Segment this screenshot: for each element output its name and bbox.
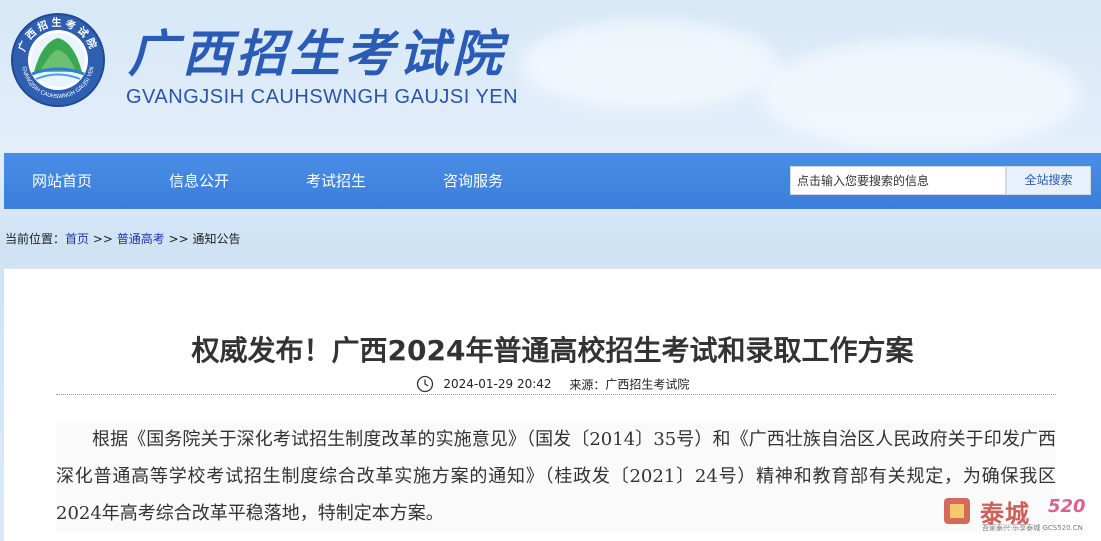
background-cloud xyxy=(520,20,780,110)
site-title-cn: 广西招生考试院 xyxy=(128,24,506,83)
site-header: 广西招生考试院 GVANGJSIH CAUHSWNGH GAUJSI YEN 广… xyxy=(0,0,1101,152)
article-title: 权威发布！广西2024年普通高校招生考试和录取工作方案 xyxy=(191,334,914,367)
clock-icon xyxy=(416,375,433,393)
site-title-en: GVANGJSIH CAUHSWNGH GAUJSI YEN xyxy=(126,86,519,108)
watermark-icon xyxy=(944,498,970,524)
nav-item-home[interactable]: 网站首页 xyxy=(32,153,92,209)
main-nav: 网站首页 信息公开 考试招生 咨询服务 全站搜索 xyxy=(4,153,1101,209)
breadcrumb-home-link[interactable]: 首页 xyxy=(65,232,89,246)
breadcrumb-current: 通知公告 xyxy=(192,232,241,246)
breadcrumb: 当前位置：首页 >> 普通高考 >> 通知公告 xyxy=(5,230,241,247)
breadcrumb-separator: >> xyxy=(89,232,117,246)
nav-item-consult[interactable]: 咨询服务 xyxy=(443,153,503,209)
article-body: 根据《国务院关于深化考试招生制度改革的实施意见》（国发〔2014〕35号）和《广… xyxy=(56,421,1056,532)
search-input[interactable] xyxy=(790,166,1006,195)
article-container: 权威发布！广西2024年普通高校招生考试和录取工作方案 2024-01-29 2… xyxy=(4,268,1101,541)
search-button[interactable]: 全站搜索 xyxy=(1006,166,1091,195)
article-source: 广西招生考试院 xyxy=(605,377,690,392)
article-date: 2024-01-29 20:42 xyxy=(443,377,552,391)
background-cloud xyxy=(760,40,1080,150)
watermark-number: 520 xyxy=(1048,496,1086,517)
article-source-label: 来源： xyxy=(569,377,606,392)
meta-divider xyxy=(56,394,1056,395)
article-meta: 2024-01-29 20:42 来源：广西招生考试院 xyxy=(4,375,1101,393)
breadcrumb-prefix: 当前位置： xyxy=(5,232,66,246)
watermark-logo: 泰城 520 吾家泰兴·乐享泰城 GCS520.CN xyxy=(940,490,1095,536)
breadcrumb-gaokao-link[interactable]: 普通高考 xyxy=(117,232,165,246)
nav-item-info-public[interactable]: 信息公开 xyxy=(169,153,229,209)
nav-item-exams[interactable]: 考试招生 xyxy=(306,153,366,209)
site-logo[interactable]: 广西招生考试院 GVANGJSIH CAUHSWNGH GAUJSI YEN xyxy=(10,12,106,108)
breadcrumb-separator: >> xyxy=(164,232,193,246)
article-paragraph: 根据《国务院关于深化考试招生制度改革的实施意见》（国发〔2014〕35号）和《广… xyxy=(56,429,1056,524)
watermark-subtext: 吾家泰兴·乐享泰城 GCS520.CN xyxy=(982,524,1083,532)
